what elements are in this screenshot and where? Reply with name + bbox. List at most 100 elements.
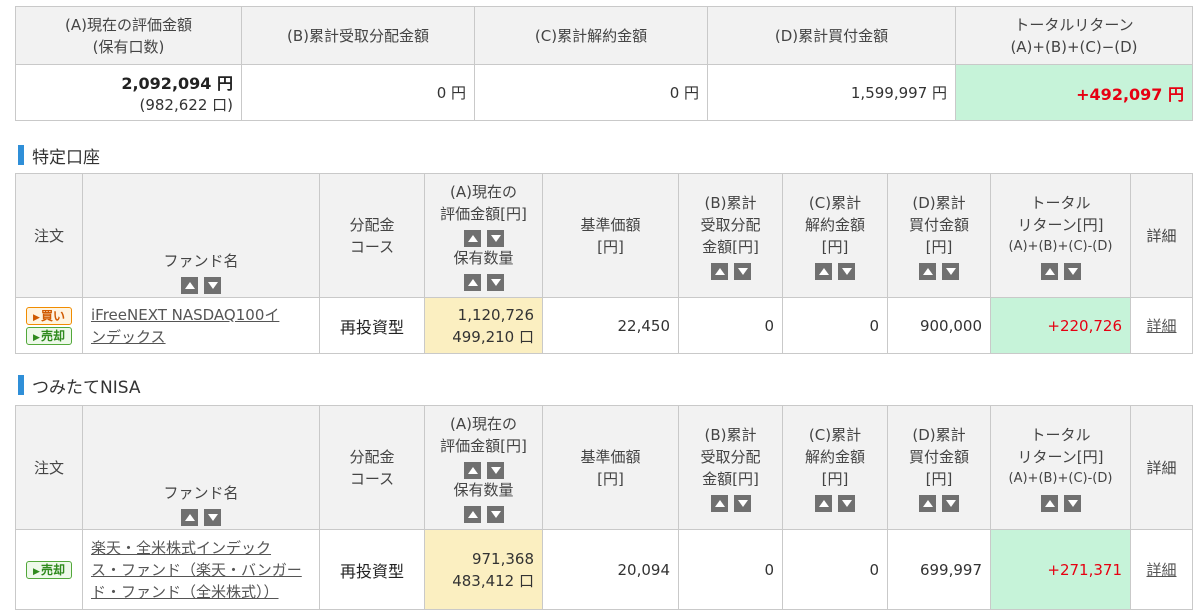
play-icon: ▶ [33,566,40,577]
purchase-value: 900,000 [887,297,991,354]
order-cell: ▶売却 [15,529,83,610]
play-icon: ▶ [33,312,40,323]
sort-asc-icon[interactable] [710,494,728,512]
sort-desc-icon[interactable] [942,262,959,280]
holding-units: 483,412 口 [452,571,534,590]
col-base-price: 基準価額 [円] [542,405,679,530]
sort-asc-icon[interactable] [463,229,481,247]
col-dividends: (B)累計 受取分配 金額[円] [678,173,783,298]
valuation-amount: 1,120,726 [457,305,534,324]
sell-button[interactable]: ▶売却 [26,560,72,579]
course-value: 再投資型 [319,529,425,610]
sort-desc-icon[interactable] [204,277,221,294]
fund-summary-page: { "summary": { "headers": ["(A)現在の評価金額",… [0,0,1200,612]
base-price-value: 22,450 [542,297,679,354]
sort-asc-icon[interactable] [1040,494,1058,512]
course-value: 再投資型 [319,297,425,354]
summary-value-row: 2,092,094 円 (982,622 口) 0 円 0 円 1,599,99… [15,64,1193,121]
col-detail: 詳細 [1130,405,1193,530]
order-cell: ▶買い ▶売却 [15,297,83,354]
fund-header-row: 注文 ファンド名 分配金 コース (A)現在の 評価金額[円] 保有数量 基準価… [15,173,1193,298]
fund-name-link[interactable]: 楽天・全米株式インデック ス・ファンド（楽天・バンガー ド・ファンド（全米株式）… [91,537,311,603]
sort-desc-icon[interactable] [486,505,504,523]
summary-header-valuation: (A)現在の評価金額 (保有口数) [15,6,242,65]
col-purchase: (D)累計 買付金額 [円] [887,405,991,530]
col-cancellation: (C)累計 解約金額 [円] [782,173,888,298]
col-total-return: トータル リターン[円] (A)+(B)+(C)-(D) [990,405,1131,530]
sort-desc-icon[interactable] [1063,494,1081,512]
col-order: 注文 [15,173,83,298]
col-valuation: (A)現在の 評価金額[円] 保有数量 [424,173,543,298]
summary-header-cancellation: (C)累計解約金額 [474,6,708,65]
summary-cancellation: 0 円 [474,64,708,121]
sort-asc-icon[interactable] [919,494,936,512]
sort-desc-icon[interactable] [486,273,504,291]
sort-desc-icon[interactable] [486,229,504,247]
col-course: 分配金 コース [319,405,425,530]
detail-link[interactable]: 詳細 [1130,529,1193,610]
valuation-cell: 1,120,726 499,210 口 [424,297,543,354]
col-total-return: トータル リターン[円] (A)+(B)+(C)-(D) [990,173,1131,298]
section-bar-icon [18,145,24,165]
summary-dividends: 0 円 [241,64,475,121]
sell-button[interactable]: ▶売却 [26,326,72,345]
cancellation-value: 0 [782,529,888,610]
sort-desc-icon[interactable] [486,461,504,479]
play-icon: ▶ [33,332,40,343]
sort-desc-icon[interactable] [733,494,751,512]
sort-asc-icon[interactable] [463,273,481,291]
sort-asc-icon[interactable] [1040,262,1058,280]
section-title-nisa: つみたてNISA [18,374,140,398]
col-valuation: (A)現在の 評価金額[円] 保有数量 [424,405,543,530]
sort-asc-icon[interactable] [815,262,832,280]
sort-desc-icon[interactable] [1063,262,1081,280]
section-bar-icon [18,375,24,395]
dividends-value: 0 [678,529,783,610]
valuation-amount: 971,368 [471,549,534,568]
purchase-value: 699,997 [887,529,991,610]
sort-asc-icon[interactable] [181,509,198,526]
col-order: 注文 [15,405,83,530]
sort-asc-icon[interactable] [919,262,936,280]
total-return-value: +220,726 [990,297,1131,354]
col-fund-name: ファンド名 [82,405,320,530]
cancellation-value: 0 [782,297,888,354]
summary-header-row: (A)現在の評価金額 (保有口数) (B)累計受取分配金額 (C)累計解約金額 … [15,6,1193,65]
sort-asc-icon[interactable] [463,461,481,479]
fund-header-row: 注文 ファンド名 分配金 コース (A)現在の 評価金額[円] 保有数量 基準価… [15,405,1193,530]
sort-desc-icon[interactable] [204,509,221,526]
summary-units: (982,622 口) [139,96,233,114]
fund-name-link[interactable]: iFreeNEXT NASDAQ100イ ンデックス [91,304,311,348]
sort-asc-icon[interactable] [463,505,481,523]
col-dividends: (B)累計 受取分配 金額[円] [678,405,783,530]
sort-desc-icon[interactable] [838,262,855,280]
summary-header-purchase: (D)累計買付金額 [707,6,956,65]
sort-asc-icon[interactable] [710,262,728,280]
summary-purchase: 1,599,997 円 [707,64,956,121]
sort-asc-icon[interactable] [815,494,832,512]
sort-desc-icon[interactable] [838,494,855,512]
fund-table-nisa: 注文 ファンド名 分配金 コース (A)現在の 評価金額[円] 保有数量 基準価… [15,405,1193,610]
sort-desc-icon[interactable] [733,262,751,280]
fund-name-cell: 楽天・全米株式インデック ス・ファンド（楽天・バンガー ド・ファンド（全米株式）… [82,529,320,610]
dividends-value: 0 [678,297,783,354]
col-fund-name: ファンド名 [82,173,320,298]
summary-valuation: 2,092,094 円 (982,622 口) [15,64,242,121]
total-return-value: +271,371 [990,529,1131,610]
summary-total-return: +492,097 円 [955,64,1193,121]
sort-desc-icon[interactable] [942,494,959,512]
holding-units: 499,210 口 [452,327,534,346]
detail-link[interactable]: 詳細 [1130,297,1193,354]
summary-header-dividends: (B)累計受取分配金額 [241,6,475,65]
col-cancellation: (C)累計 解約金額 [円] [782,405,888,530]
fund-table-tokutei: 注文 ファンド名 分配金 コース (A)現在の 評価金額[円] 保有数量 基準価… [15,173,1193,354]
summary-header-total-return: トータルリターン (A)+(B)+(C)−(D) [955,6,1193,65]
valuation-cell: 971,368 483,412 口 [424,529,543,610]
col-base-price: 基準価額 [円] [542,173,679,298]
fund-name-cell: iFreeNEXT NASDAQ100イ ンデックス [82,297,320,354]
col-detail: 詳細 [1130,173,1193,298]
sort-asc-icon[interactable] [181,277,198,294]
table-row: ▶売却 楽天・全米株式インデック ス・ファンド（楽天・バンガー ド・ファンド（全… [15,529,1193,610]
base-price-value: 20,094 [542,529,679,610]
buy-button[interactable]: ▶買い [26,306,72,325]
